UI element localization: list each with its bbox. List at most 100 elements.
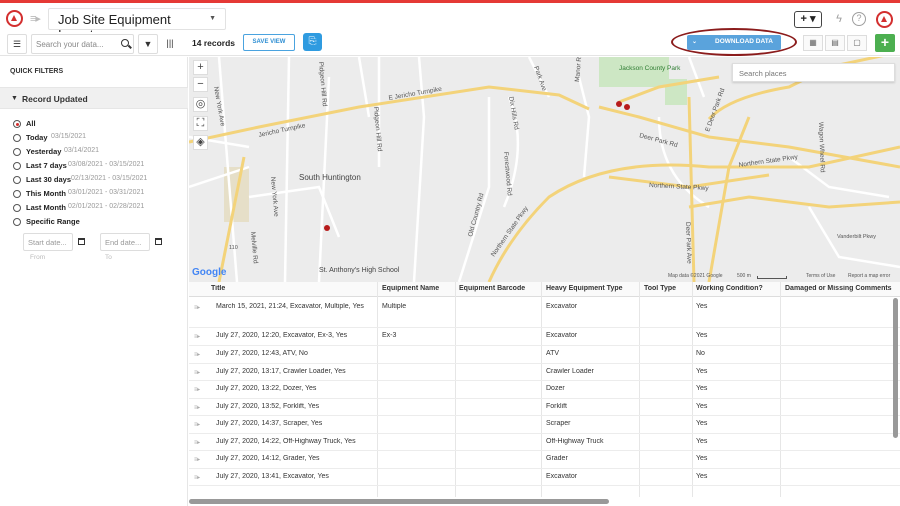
table-cell-title: July 27, 2020, 13:22, Dozer, Yes: [216, 385, 317, 392]
map-scale-bar: [757, 276, 787, 279]
table-cell-heavy: Forklift: [546, 403, 567, 410]
locate-icon[interactable]: ◎: [193, 97, 208, 112]
search-icon[interactable]: [121, 39, 129, 47]
end-date-placeholder: End date...: [105, 238, 142, 247]
list-view-button[interactable]: ☰: [7, 34, 27, 54]
map-view-icon[interactable]: ▦: [803, 35, 823, 51]
account-logo-icon[interactable]: [876, 11, 893, 28]
zoom-in-button[interactable]: +: [193, 60, 208, 75]
map-canvas[interactable]: Jackson County Park E Jericho Turnpike J…: [189, 57, 900, 282]
menu-toggle-icon[interactable]: ≡▸: [30, 12, 41, 25]
row-drag-handle-icon[interactable]: ≡ ▸: [194, 439, 200, 446]
radio-icon[interactable]: [13, 162, 21, 170]
table-cell-heavy: Grader: [546, 455, 568, 462]
attachment-icon[interactable]: ⎘: [303, 33, 322, 51]
table-row[interactable]: ≡ ▸ July 27, 2020, 14:22, Off-Highway Tru…: [189, 434, 900, 451]
row-drag-handle-icon[interactable]: ≡ ▸: [194, 456, 200, 463]
map-marker[interactable]: [324, 225, 330, 231]
map-view[interactable]: Jackson County Park E Jericho Turnpike J…: [189, 57, 900, 282]
terms-of-use-link[interactable]: Terms of Use: [806, 273, 835, 279]
table-cell-working: Yes: [696, 332, 708, 339]
start-date-placeholder: Start date...: [28, 238, 67, 247]
radio-icon[interactable]: [13, 134, 21, 142]
add-menu-button[interactable]: + ▾: [794, 11, 822, 28]
radio-icon[interactable]: [13, 148, 21, 156]
help-icon[interactable]: ?: [852, 12, 866, 26]
map-label-deer-park-ave: Deer Park Ave: [684, 222, 692, 264]
app-logo-icon[interactable]: [6, 10, 23, 27]
radio-icon[interactable]: [13, 204, 21, 212]
map-label-northern-state-w: Northern State Pkwy: [649, 182, 710, 192]
row-drag-handle-icon[interactable]: ≡ ▸: [194, 404, 200, 411]
column-header-damaged-comments[interactable]: Damaged or Missing Comments: [785, 285, 895, 292]
row-drag-handle-icon[interactable]: ≡ ▸: [194, 351, 200, 358]
save-view-button[interactable]: SAVE VIEW: [243, 34, 295, 51]
table-cell-working: Yes: [696, 438, 708, 445]
row-drag-handle-icon[interactable]: ≡ ▸: [194, 304, 200, 311]
map-data-attribution: Map data ©2021 Google: [668, 273, 723, 279]
start-date-input[interactable]: Start date...: [23, 233, 73, 251]
column-header-tool-type[interactable]: Tool Type: [644, 285, 694, 292]
map-marker[interactable]: [616, 101, 622, 107]
row-drag-handle-icon[interactable]: ≡ ▸: [194, 421, 200, 428]
calendar-view-icon[interactable]: ▤: [825, 35, 845, 51]
row-drag-handle-icon[interactable]: ≡ ▸: [194, 386, 200, 393]
table-cell-title: July 27, 2020, 13:17, Crawler Loader, Ye…: [216, 368, 346, 375]
end-date-input[interactable]: End date...: [100, 233, 150, 251]
layers-icon[interactable]: ◈: [193, 135, 208, 150]
table-row[interactable]: ≡ ▸ July 27, 2020, 12:43, ATV, No ATV No: [189, 346, 900, 364]
park-area: [599, 57, 669, 87]
map-label-forestwood: Forestwood Rd: [502, 152, 513, 197]
row-drag-handle-icon[interactable]: ≡ ▸: [194, 333, 200, 340]
map-label-new-york-ave: New York Ave: [269, 177, 279, 218]
table-row[interactable]: ≡ ▸ July 27, 2020, 14:37, Scraper, Yes Scr…: [189, 416, 900, 434]
table-row[interactable]: ≡ ▸ July 27, 2020, 13:41, Excavator, Yes E…: [189, 469, 900, 486]
table-row[interactable]: ≡ ▸ July 27, 2020, 14:12, Grader, Yes Grad…: [189, 451, 900, 469]
row-drag-handle-icon[interactable]: ≡ ▸: [194, 369, 200, 376]
map-label-nsp: Northern State Pkwy: [490, 205, 530, 258]
table-cell-heavy: Off-Highway Truck: [546, 438, 604, 445]
map-scale-label: 500 m: [737, 273, 751, 279]
column-header-working-condition[interactable]: Working Condition?: [696, 285, 780, 292]
map-label-jackson-park: Jackson County Park: [619, 65, 681, 72]
caret-down-icon: ▼: [11, 95, 18, 102]
calendar-icon[interactable]: [78, 238, 85, 245]
radio-icon[interactable]: [13, 176, 21, 184]
report-map-error-link[interactable]: Report a map error: [848, 273, 890, 279]
calendar-icon[interactable]: [155, 238, 162, 245]
search-places-input[interactable]: [739, 67, 889, 79]
filter-icon[interactable]: ▼: [138, 34, 158, 54]
radio-icon[interactable]: [13, 190, 21, 198]
search-input[interactable]: [36, 38, 116, 51]
app-title-dropdown[interactable]: Job Site Equipment Inventory ▼: [48, 8, 226, 42]
quick-filters-sidebar: QUICK FILTERS ▼ Record Updated All Today…: [0, 57, 188, 506]
table-row[interactable]: ≡ ▸ July 27, 2020, 13:22, Dozer, Yes Dozer…: [189, 381, 900, 399]
search-places-box: [732, 63, 895, 82]
horizontal-scrollbar[interactable]: [189, 499, 609, 504]
table-cell-heavy: Crawler Loader: [546, 368, 594, 375]
table-cell-title: July 27, 2020, 12:43, ATV, No: [216, 350, 308, 357]
table-row[interactable]: ≡ ▸ March 15, 2021, 21:24, Excavator, Mul…: [189, 298, 900, 328]
row-drag-handle-icon[interactable]: ≡ ▸: [194, 474, 200, 481]
table-row[interactable]: ≡ ▸ July 27, 2020, 12:20, Excavator, Ex-3…: [189, 328, 900, 346]
table-row[interactable]: ≡ ▸ July 27, 2020, 13:52, Forklift, Yes Fo…: [189, 399, 900, 416]
zoom-out-button[interactable]: −: [193, 77, 208, 92]
map-label-route-110: 110: [229, 245, 238, 251]
radio-icon[interactable]: [13, 218, 21, 226]
record-updated-header[interactable]: ▼ Record Updated: [0, 87, 188, 109]
lightning-icon[interactable]: ϟ: [832, 12, 846, 26]
table-row[interactable]: ≡ ▸ July 27, 2020, 13:17, Crawler Loader,…: [189, 364, 900, 381]
column-header-equipment-name[interactable]: Equipment Name: [382, 285, 452, 292]
column-header-title[interactable]: Title: [211, 285, 225, 292]
vertical-scrollbar[interactable]: [893, 298, 898, 438]
radio-icon[interactable]: [13, 120, 21, 128]
map-marker[interactable]: [624, 104, 630, 110]
column-header-equipment-barcode[interactable]: Equipment Barcode: [459, 285, 543, 292]
gallery-view-icon[interactable]: ▢: [847, 35, 867, 51]
columns-icon[interactable]: |||: [160, 34, 180, 54]
records-table: Title Equipment Name Equipment Barcode H…: [189, 282, 900, 506]
column-header-heavy-equipment-type[interactable]: Heavy Equipment Type: [546, 285, 638, 292]
search-box: [31, 34, 134, 54]
fullscreen-icon[interactable]: ⛶: [193, 116, 208, 131]
add-record-button[interactable]: +: [875, 34, 895, 52]
